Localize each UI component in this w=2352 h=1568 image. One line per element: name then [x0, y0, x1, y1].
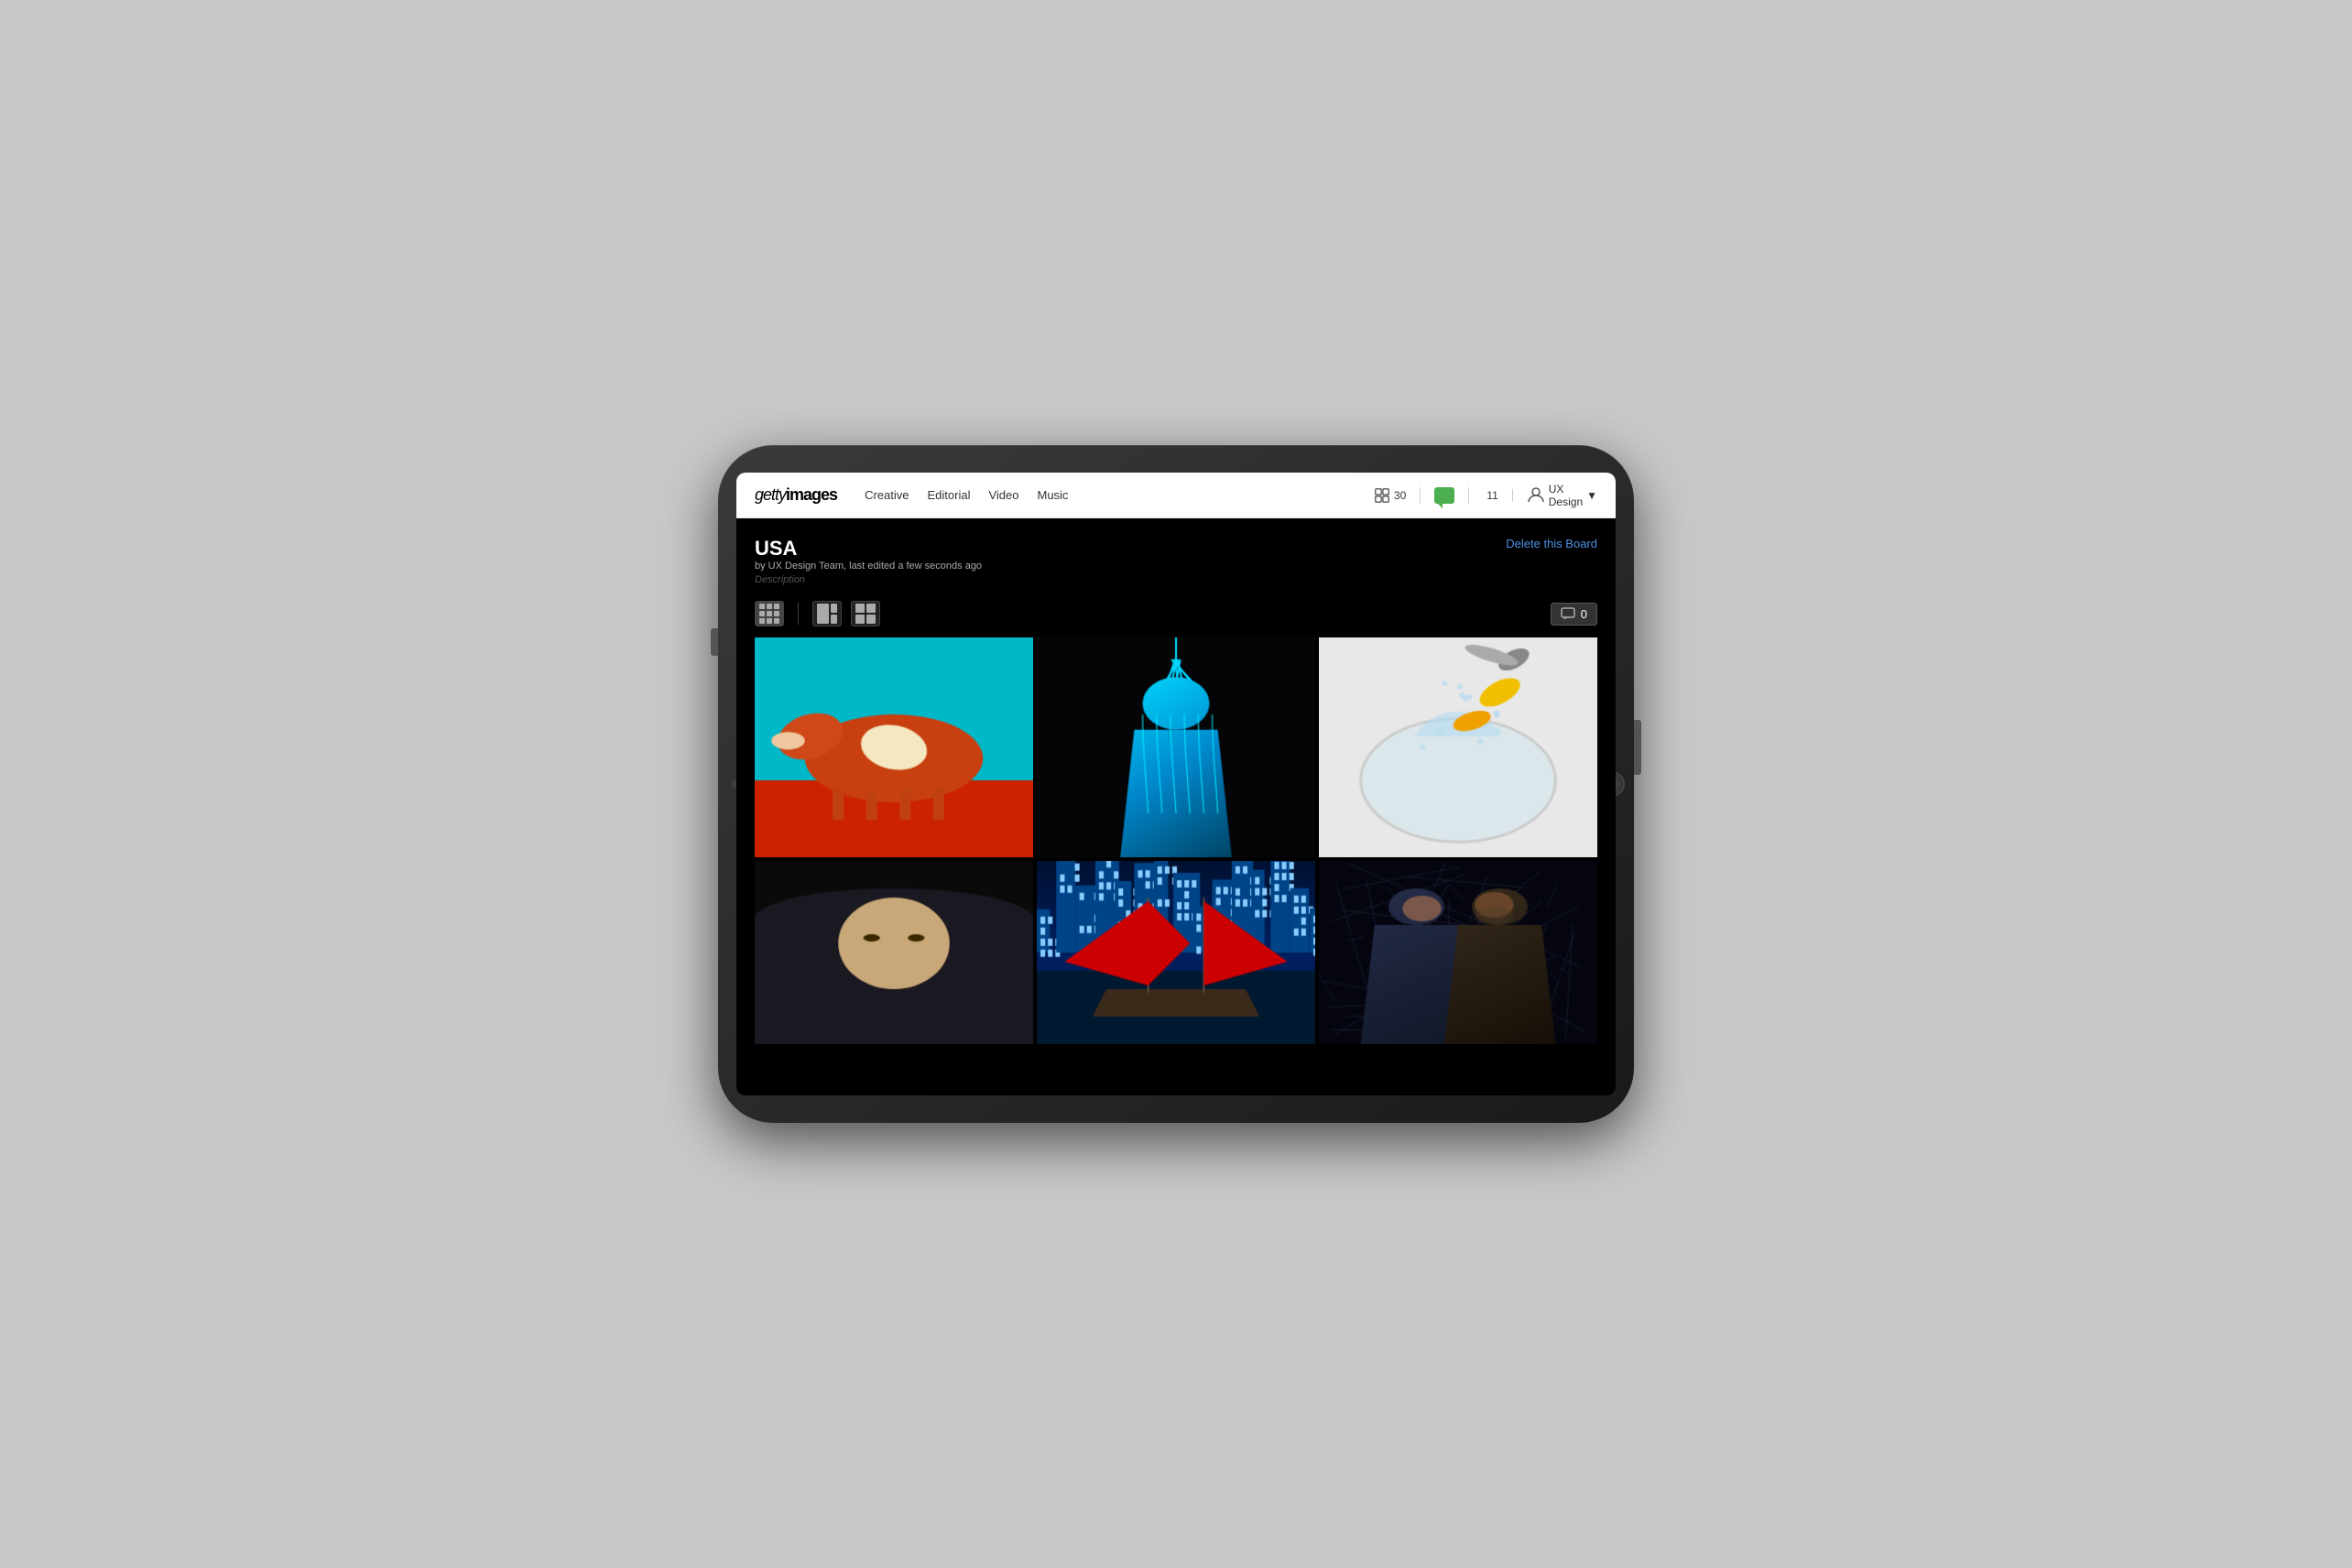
- image-fishbowl[interactable]: [1319, 637, 1597, 857]
- board-title: USA: [755, 537, 982, 561]
- comment-icon: [1561, 607, 1575, 620]
- boards-icon: [1374, 487, 1390, 504]
- nav-link-music[interactable]: Music: [1037, 488, 1068, 502]
- user-icon-group[interactable]: UX Design ▼: [1527, 483, 1597, 508]
- chat-icon: [1434, 487, 1454, 504]
- board-description: Description: [755, 574, 982, 585]
- view-controls: 0: [755, 601, 1597, 626]
- board-title-area: USA by UX Design Team, last edited a few…: [755, 537, 982, 596]
- board-header: USA by UX Design Team, last edited a few…: [755, 537, 1597, 596]
- nav-link-video[interactable]: Video: [988, 488, 1018, 502]
- list-view-button[interactable]: [851, 601, 880, 626]
- chat-icon-group[interactable]: [1434, 487, 1469, 504]
- list-icon: [855, 604, 876, 624]
- tablet-side-button-right: [1634, 720, 1641, 775]
- nav-links: Creative Editorial Video Music: [865, 488, 1374, 502]
- tablet-screen: gettyimages Creative Editorial Video Mus…: [736, 473, 1616, 1095]
- boards-icon-group[interactable]: 30: [1374, 487, 1421, 504]
- nav-right: 30 11: [1374, 483, 1597, 508]
- tablet-side-button-left: [711, 628, 718, 656]
- image-boat[interactable]: [1037, 861, 1315, 1044]
- cart-icon-group[interactable]: 11: [1483, 489, 1512, 502]
- user-name: UX Design: [1549, 483, 1583, 508]
- nav-link-editorial[interactable]: Editorial: [928, 488, 971, 502]
- user-dropdown-icon: ▼: [1586, 489, 1597, 502]
- grid-view-button[interactable]: [755, 601, 784, 626]
- image-grid: [755, 637, 1597, 1044]
- delete-board-button[interactable]: Delete this Board: [1506, 537, 1597, 550]
- boards-count: 30: [1394, 489, 1406, 502]
- comment-count-group[interactable]: 0: [1551, 603, 1597, 626]
- navbar: gettyimages Creative Editorial Video Mus…: [736, 473, 1616, 518]
- masonry-icon: [817, 604, 837, 624]
- image-couple[interactable]: [1319, 861, 1597, 1044]
- image-blue-person[interactable]: [1037, 637, 1315, 857]
- comment-count-value: 0: [1581, 607, 1587, 621]
- board-area: USA by UX Design Team, last edited a few…: [736, 518, 1616, 1044]
- board-meta: by UX Design Team, last edited a few sec…: [755, 561, 982, 572]
- image-hijab[interactable]: [755, 861, 1033, 1044]
- image-cow[interactable]: [755, 637, 1033, 857]
- logo[interactable]: gettyimages: [755, 485, 837, 505]
- grid-3-icon: [759, 604, 779, 624]
- cart-count: 11: [1486, 489, 1497, 502]
- tablet-device: gettyimages Creative Editorial Video Mus…: [718, 445, 1634, 1123]
- masonry-view-button[interactable]: [812, 601, 842, 626]
- nav-link-creative[interactable]: Creative: [865, 488, 909, 502]
- user-icon: [1527, 485, 1545, 504]
- view-divider: [798, 603, 799, 625]
